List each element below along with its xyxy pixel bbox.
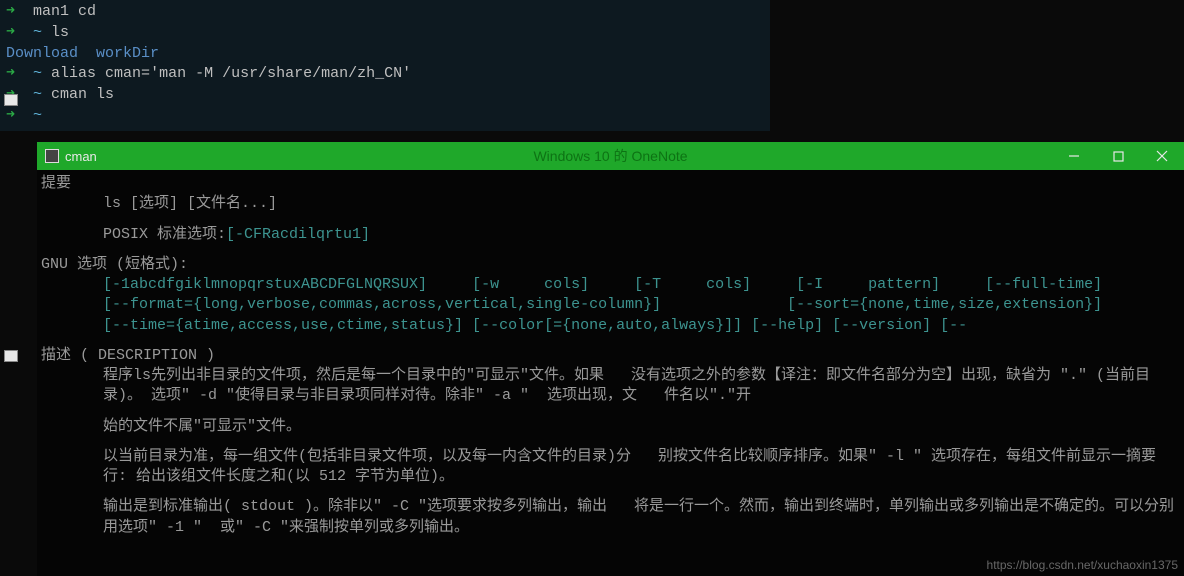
minimize-button[interactable] bbox=[1052, 142, 1096, 170]
background-app-label: Windows 10 的 OneNote bbox=[533, 146, 687, 166]
gnu-options-line: [--time={atime,access,use,ctime,status}]… bbox=[41, 316, 1180, 336]
window-icon bbox=[45, 149, 59, 163]
man-page-content[interactable]: 提要 ls [选项] [文件名...] POSIX 标准选项:[-CFRacdi… bbox=[37, 170, 1184, 542]
terminal-line: ➜ ~ cman ls bbox=[0, 85, 770, 106]
selection-stub bbox=[4, 350, 18, 362]
description-text: 程序ls先列出非目录的文件项，然后是每一个目录中的"可显示"文件。如果 没有选项… bbox=[41, 366, 1180, 407]
window-controls bbox=[1052, 142, 1184, 170]
terminal-line: ➜ ~ alias cman='man -M /usr/share/man/zh… bbox=[0, 64, 770, 85]
gnu-label: GNU 选项 (短格式): bbox=[41, 255, 1180, 275]
terminal-line: ➜ man1 cd bbox=[0, 2, 770, 23]
window-title: cman bbox=[65, 149, 97, 164]
man-window: cman Windows 10 的 OneNote 提要 ls [选项] [文件… bbox=[37, 142, 1184, 576]
watermark: https://blog.csdn.net/xuchaoxin1375 bbox=[987, 558, 1178, 572]
usage-line: ls [选项] [文件名...] bbox=[41, 194, 1180, 214]
close-button[interactable] bbox=[1140, 142, 1184, 170]
terminal-line: ➜ ~ ls bbox=[0, 23, 770, 44]
description-text: 输出是到标准输出( stdout )。除非以" -C "选项要求按多列输出，输出… bbox=[41, 497, 1180, 538]
description-text: 始的文件不属"可显示"文件。 bbox=[41, 417, 1180, 437]
titlebar[interactable]: cman Windows 10 的 OneNote bbox=[37, 142, 1184, 170]
selection-stub bbox=[4, 94, 18, 106]
prompt-arrow: ➜ bbox=[6, 3, 15, 20]
maximize-button[interactable] bbox=[1096, 142, 1140, 170]
posix-line: POSIX 标准选项:[-CFRacdilqrtu1] bbox=[41, 225, 1180, 245]
section-description: 描述 ( DESCRIPTION ) bbox=[41, 346, 1180, 366]
terminal-line: ➜ ~ bbox=[0, 106, 770, 127]
gnu-options-line: [--format={long,verbose,commas,across,ve… bbox=[41, 295, 1180, 315]
section-synopsis: 提要 bbox=[41, 174, 1180, 194]
description-text: 以当前目录为准，每一组文件(包括非目录文件项，以及每一内含文件的目录)分 别按文… bbox=[41, 447, 1180, 488]
gnu-options-line: [-1abcdfgiklmnopqrstuxABCDFGLNQRSUX] [-w… bbox=[41, 275, 1180, 295]
terminal-pane[interactable]: ➜ man1 cd ➜ ~ ls Download workDir ➜ ~ al… bbox=[0, 0, 770, 131]
terminal-output: Download workDir bbox=[0, 44, 770, 65]
